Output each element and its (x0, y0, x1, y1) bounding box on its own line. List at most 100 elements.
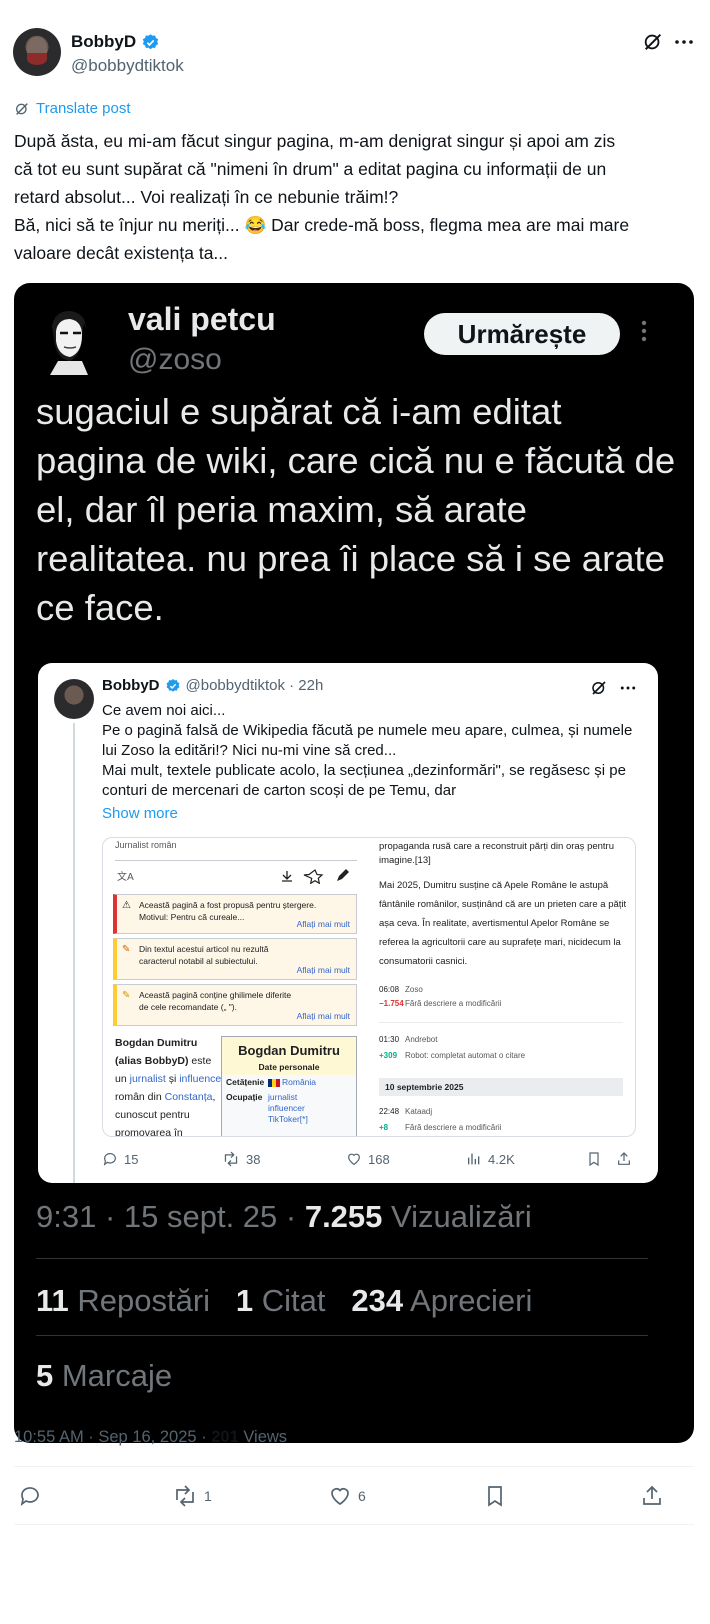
screenshot-author-avatar (38, 305, 98, 375)
puzzle-icon: ✎ (122, 944, 131, 955)
post-text-line: După ăsta, eu mi-am făcut singur pagina,… (14, 131, 616, 151)
screenshot-timestamp: 9:31 · 15 sept. 25 · 7.255 Vizualizări (36, 1199, 532, 1235)
quotes-notice: ✎ Această pagină conține ghilimele difer… (113, 984, 357, 1026)
history-diff: −1.754 (379, 999, 404, 1008)
brush-icon: ✎ (122, 990, 131, 1001)
learn-more-link: Aflați mai mult (296, 1011, 350, 1021)
author-name-row[interactable]: BobbyD (71, 32, 160, 52)
screenshot-author-handle: @zoso (128, 343, 222, 376)
divider (379, 1022, 623, 1023)
author-handle[interactable]: @bobbydtiktok (71, 56, 184, 76)
screenshot-post-text: sugaciul e supărat că i-am editat pagina… (36, 391, 676, 628)
post-text-line: retard absolut... Voi realizați în ce ne… (14, 187, 399, 207)
history-row: +309 Robot: completat automat o citare (379, 1050, 525, 1062)
more-options-icon (618, 679, 638, 697)
infobox-title: Bogdan Dumitru (222, 1037, 356, 1062)
history-user: Zoso (405, 985, 423, 994)
wiki-text: Mai 2025, Dumitru susține că Apele Român… (379, 880, 627, 967)
grok-icon (14, 101, 30, 117)
history-comment: Fără descriere a modificării (405, 1123, 502, 1132)
learn-more-link: Aflați mai mult (296, 965, 350, 975)
views-label: Views (238, 1428, 288, 1446)
reply-icon (102, 1151, 118, 1167)
quoted-text-line: Ce avem noi aici... (102, 702, 226, 719)
stat-count: 11 (36, 1283, 69, 1318)
infobox-value-text: jurnalist (268, 1092, 298, 1102)
history-comment: Fără descriere a modificării (405, 999, 502, 1008)
quoted-author-avatar (54, 679, 94, 719)
share-icon (616, 1151, 632, 1167)
wiki-infobox: Bogdan Dumitru Date personale Cetățenie R… (221, 1036, 357, 1136)
repost-count: 38 (246, 1151, 261, 1167)
history-time: 22:48 (379, 1107, 400, 1116)
wikipedia-screenshot: Jurnalist român 文A ⚠ Această pagină a fo… (102, 837, 636, 1137)
repost-count: 1 (204, 1488, 212, 1504)
share-icon (643, 1485, 661, 1505)
translate-post-link[interactable]: Translate post (14, 100, 131, 117)
screenshot-stats: 11 Repostări 1 Citat 234 Aprecieri (36, 1283, 532, 1319)
quoted-text-line: Pe o pagină falsă de Wikipedia făcută pe… (102, 722, 633, 739)
history-comment: Robot: completat automat o citare (405, 1051, 526, 1060)
post-image[interactable]: vali petcu @zoso Urmărește sugaciul e su… (14, 283, 694, 1443)
post-text-line: valoare decât existența ta... (14, 243, 229, 263)
post-text-line: că tot eu sunt supărat că "nimeni în dru… (14, 159, 607, 179)
like-count: 168 (368, 1151, 390, 1167)
infobox-value-text: influencer (268, 1103, 305, 1113)
infobox-value-text: România (282, 1077, 317, 1087)
repost-icon (222, 1151, 240, 1167)
reply-icon (20, 1487, 39, 1507)
screenshot-bookmarks: 5 Marcaje (36, 1358, 172, 1394)
quoted-author-name: BobbyD (102, 677, 160, 694)
share-button[interactable] (640, 1484, 664, 1508)
views-count: 4.2K (488, 1151, 515, 1167)
repost-button[interactable]: 1 (172, 1484, 212, 1508)
quoted-handle-time: @bobbydtiktok · 22h (185, 677, 324, 694)
stat-label: Marcaje (53, 1358, 173, 1393)
deletion-notice: ⚠ Această pagină a fost propusă pentru ș… (113, 894, 357, 934)
stat-label: Citat (253, 1283, 326, 1318)
bio-fragment: (alias BobbyD) (115, 1055, 189, 1067)
divider (36, 1335, 648, 1336)
bookmark-icon (488, 1486, 502, 1507)
divider (115, 860, 357, 861)
quoted-text-line: Mai mult, textele publicate acolo, la se… (102, 762, 626, 779)
warning-icon: ⚠ (122, 900, 131, 911)
infobox-key: Ocupație (226, 1092, 263, 1102)
history-time: 01:30 (379, 1035, 400, 1044)
more-options-icon[interactable] (672, 31, 696, 53)
views-icon (466, 1151, 482, 1167)
timestamp-text[interactable]: 10:55 AM · Sep 16, 2025 · (14, 1428, 211, 1446)
quoted-post-actions: 15 38 168 4.2K (102, 1151, 642, 1173)
like-button[interactable]: 6 (328, 1484, 366, 1508)
like-count: 6 (358, 1488, 366, 1504)
post-text: După ăsta, eu mi-am făcut singur pagina,… (14, 127, 694, 267)
svg-text:文A: 文A (117, 870, 134, 883)
screenshot-views-count: 7.255 (304, 1199, 383, 1234)
bio-link: influencer (179, 1073, 225, 1085)
divider (14, 1466, 694, 1467)
post-timestamp: 10:55 AM · Sep 16, 2025 · 201 Views (14, 1428, 287, 1447)
bio-fragment: și (165, 1073, 180, 1085)
history-row: 06:08 Zoso (379, 984, 423, 996)
stat-count: 1 (235, 1283, 254, 1318)
wiki-subtitle: Jurnalist român (115, 840, 177, 850)
translate-post-label[interactable]: Translate post (36, 100, 131, 117)
heart-icon (346, 1151, 362, 1167)
bookmark-button[interactable] (483, 1484, 507, 1508)
wiki-toolbar: 文A (115, 868, 355, 884)
author-avatar[interactable] (13, 28, 61, 76)
author-name[interactable]: BobbyD (71, 32, 136, 52)
stat-count: 5 (36, 1358, 54, 1393)
grok-icon (590, 679, 608, 697)
repost-icon (176, 1485, 194, 1507)
thread-line (73, 723, 75, 1183)
wiki-text: propaganda rusă care a reconstruit părți… (379, 841, 614, 866)
bookmark-icon (586, 1151, 602, 1167)
heart-icon (331, 1488, 349, 1506)
screenshot-views-label: Vizualizări (382, 1199, 532, 1234)
reply-button[interactable] (18, 1484, 42, 1508)
quoted-like: 168 (346, 1151, 390, 1167)
grok-icon[interactable] (642, 31, 664, 53)
history-row: 22:48 Kataadj (379, 1106, 432, 1118)
divider (14, 1524, 694, 1525)
